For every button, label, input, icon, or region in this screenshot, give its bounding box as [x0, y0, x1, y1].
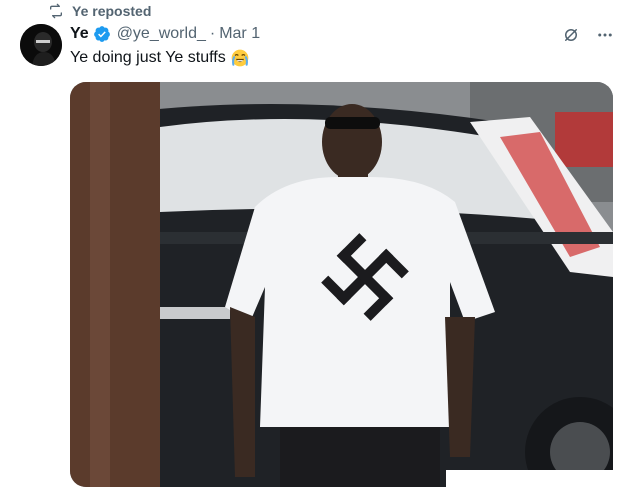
post-text: Ye doing just Ye stuffs — [70, 48, 250, 68]
more-options-icon[interactable] — [596, 26, 614, 44]
repost-indicator[interactable]: Ye reposted — [48, 2, 151, 20]
post-media-image[interactable] — [70, 82, 613, 487]
post-date[interactable]: Mar 1 — [219, 25, 260, 43]
post-actions-top — [562, 26, 614, 44]
grok-icon[interactable] — [562, 26, 580, 44]
avatar[interactable] — [20, 24, 62, 66]
photo — [70, 82, 613, 487]
post-header: Ye @ye_world_ · Mar 1 — [70, 24, 260, 44]
verified-badge-icon — [93, 26, 110, 42]
post-text-content: Ye doing just Ye stuffs — [70, 49, 226, 66]
avatar-image — [20, 24, 62, 66]
watermark-cover — [446, 470, 640, 499]
face-with-tears-emoji-icon — [231, 49, 249, 67]
repost-icon — [50, 3, 62, 19]
separator-dot: · — [209, 25, 216, 42]
author-name[interactable]: Ye — [70, 25, 89, 43]
repost-label: Ye reposted — [72, 3, 152, 19]
author-handle[interactable]: @ye_world_ — [117, 25, 206, 43]
